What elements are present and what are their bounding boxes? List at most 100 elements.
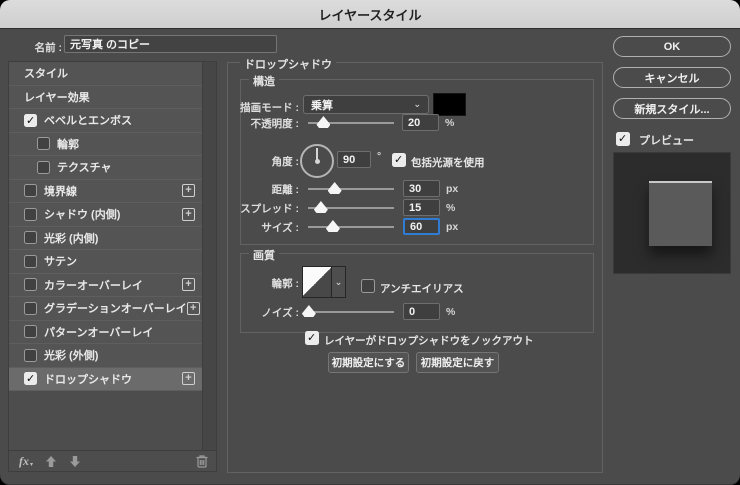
sidebar-item-8[interactable]: サテン	[9, 250, 203, 274]
knockout-label: レイヤーがドロップシャドウをノックアウト	[324, 333, 533, 348]
sidebar-item-1[interactable]: レイヤー効果	[9, 86, 203, 110]
sidebar-item-13[interactable]: ドロップシャドウ+	[9, 368, 203, 392]
effect-checkbox[interactable]	[24, 349, 37, 362]
panel-title: ドロップシャドウ	[240, 56, 336, 72]
preview-checkbox[interactable]	[616, 132, 630, 146]
add-effect-icon[interactable]: +	[182, 184, 195, 197]
add-effect-icon[interactable]: +	[182, 278, 195, 291]
add-effect-icon[interactable]: +	[182, 372, 195, 385]
size-label: サイズ :	[227, 220, 299, 235]
make-default-button[interactable]: 初期設定にする	[328, 352, 409, 373]
sidebar-item-label: ベベルとエンボス	[44, 112, 132, 128]
angle-dial[interactable]	[300, 144, 334, 178]
sidebar-item-label: パターンオーバーレイ	[44, 324, 153, 340]
size-input[interactable]	[403, 218, 440, 235]
anti-alias-checkbox[interactable]	[361, 279, 375, 293]
ok-button[interactable]: OK	[613, 36, 731, 57]
global-light-label: 包括光源を使用	[411, 155, 485, 170]
spread-slider[interactable]	[308, 207, 394, 209]
distance-input[interactable]	[403, 180, 440, 197]
sidebar-item-label: 境界線	[44, 183, 77, 199]
reset-default-button[interactable]: 初期設定に戻す	[416, 352, 499, 373]
sidebar-item-7[interactable]: 光彩 (内側)	[9, 227, 203, 251]
add-effect-icon[interactable]: +	[187, 302, 200, 315]
sidebar-item-label: スタイル	[24, 65, 68, 81]
angle-label: 角度 :	[227, 154, 299, 169]
angle-dial-hub	[315, 159, 320, 164]
move-up-icon[interactable]	[45, 455, 57, 468]
effect-checkbox[interactable]	[24, 231, 37, 244]
sidebar-item-label: シャドウ (内側)	[44, 206, 120, 222]
contour-picker[interactable]	[302, 266, 332, 298]
effect-checkbox[interactable]	[24, 372, 37, 385]
noise-input[interactable]	[403, 303, 440, 320]
angle-input[interactable]	[337, 151, 371, 168]
distance-unit: px	[446, 183, 458, 195]
structure-group-title: 構造	[249, 73, 279, 89]
name-input[interactable]	[64, 35, 277, 53]
distance-slider[interactable]	[308, 188, 394, 190]
sidebar-item-9[interactable]: カラーオーバーレイ +	[9, 274, 203, 298]
sidebar-item-2[interactable]: ベベルとエンボス	[9, 109, 203, 133]
sidebar-item-label: カラーオーバーレイ	[44, 277, 143, 293]
quality-group-title: 画質	[249, 247, 279, 263]
effect-checkbox[interactable]	[24, 208, 37, 221]
opacity-input[interactable]	[402, 114, 439, 131]
move-down-icon[interactable]	[69, 455, 81, 468]
noise-slider[interactable]	[308, 311, 394, 313]
noise-unit: %	[446, 306, 455, 318]
sidebar-item-0[interactable]: スタイル	[9, 62, 203, 86]
sidebar-item-4[interactable]: テクスチャ	[9, 156, 203, 180]
size-slider[interactable]	[308, 226, 394, 228]
layer-style-dialog: レイヤースタイル 名前 : OK キャンセル 新規スタイル... プレビュー ス…	[0, 0, 740, 485]
opacity-unit: %	[445, 117, 454, 129]
effect-checkbox[interactable]	[24, 302, 37, 315]
name-label: 名前 :	[12, 40, 62, 55]
opacity-slider[interactable]	[308, 122, 394, 124]
effect-checkbox[interactable]	[24, 278, 37, 291]
effect-checkbox[interactable]	[37, 137, 50, 150]
anti-alias-label: アンチエイリアス	[380, 281, 464, 296]
sidebar-item-label: 輪郭	[57, 136, 79, 152]
cancel-button[interactable]: キャンセル	[613, 67, 731, 88]
sidebar-item-label: テクスチャ	[57, 159, 112, 175]
effects-list: スタイルレイヤー効果ベベルとエンボス輪郭テクスチャ境界線 + シャドウ (内側) + 光…	[9, 62, 203, 391]
contour-dropdown[interactable]: ⌄	[332, 266, 346, 298]
effect-checkbox[interactable]	[24, 255, 37, 268]
fx-menu-icon[interactable]: fx	[19, 454, 29, 469]
sidebar-scrollbar[interactable]	[202, 62, 216, 451]
shadow-color-swatch[interactable]	[433, 93, 466, 116]
dialog-title: レイヤースタイル	[319, 5, 422, 24]
spread-unit: %	[446, 202, 455, 214]
knockout-checkbox[interactable]	[305, 331, 319, 345]
sidebar-item-6[interactable]: シャドウ (内側) +	[9, 203, 203, 227]
fx-menu-caret-icon: ▾	[30, 461, 33, 468]
sidebar-item-3[interactable]: 輪郭	[9, 133, 203, 157]
effect-checkbox[interactable]	[37, 161, 50, 174]
blend-mode-select[interactable]: 乗算 ⌄	[303, 95, 429, 114]
chevron-down-icon: ⌄	[335, 277, 343, 288]
sidebar-item-10[interactable]: グラデーションオーバーレイ+	[9, 297, 203, 321]
sidebar-item-label: 光彩 (外側)	[44, 347, 98, 363]
style-preview-panel	[613, 152, 731, 274]
add-effect-icon[interactable]: +	[182, 208, 195, 221]
global-light-checkbox[interactable]	[392, 153, 406, 167]
sidebar-footer-toolbar: fx▾	[9, 450, 216, 471]
contour-label: 輪郭 :	[227, 276, 299, 291]
delete-effect-icon[interactable]	[196, 454, 208, 468]
sidebar-item-11[interactable]: パターンオーバーレイ	[9, 321, 203, 345]
style-preview-swatch	[649, 181, 712, 246]
new-style-button[interactable]: 新規スタイル...	[613, 98, 731, 119]
spread-input[interactable]	[403, 199, 440, 216]
blend-mode-value: 乗算	[311, 97, 333, 113]
title-bar[interactable]: レイヤースタイル	[0, 0, 740, 29]
sidebar-item-label: グラデーションオーバーレイ	[44, 300, 187, 316]
preview-label: プレビュー	[639, 132, 694, 148]
blend-mode-label: 描画モード :	[227, 100, 299, 115]
effect-checkbox[interactable]	[24, 184, 37, 197]
effect-checkbox[interactable]	[24, 114, 37, 127]
opacity-label: 不透明度 :	[227, 116, 299, 131]
sidebar-item-12[interactable]: 光彩 (外側)	[9, 344, 203, 368]
effect-checkbox[interactable]	[24, 325, 37, 338]
sidebar-item-5[interactable]: 境界線 +	[9, 180, 203, 204]
